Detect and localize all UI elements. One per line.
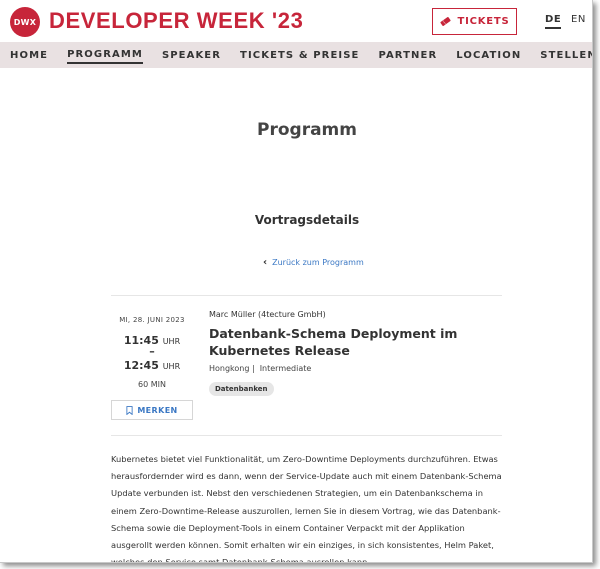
main-navigation: HOME PROGRAMM SPEAKER TICKETS & PREISE P…	[0, 42, 592, 68]
talk-room: Hongkong |	[209, 364, 255, 373]
browser-page: DWX DEVELOPER WEEK '23 TICKETS DE EN HOM…	[0, 0, 593, 563]
nav-item-home[interactable]: HOME	[10, 48, 48, 63]
page-title: Programm	[257, 120, 357, 140]
talk-duration: 60 MIN	[138, 380, 166, 389]
bookmark-button[interactable]: MERKEN	[111, 400, 193, 420]
talk-date: MI, 28. JUNI 2023	[119, 316, 185, 324]
end-time-value: 12:45	[123, 359, 159, 372]
talk-title: Datenbank-Schema Deployment im Kubernete…	[209, 326, 458, 358]
topic-tag[interactable]: Datenbanken	[209, 382, 274, 396]
talk-meta: Hongkong | Intermediate	[209, 364, 311, 373]
language-de[interactable]: DE	[545, 14, 562, 29]
bookmark-label: MERKEN	[137, 405, 178, 415]
nav-item-tickets-preise[interactable]: TICKETS & PREISE	[240, 48, 359, 63]
tickets-button[interactable]: TICKETS	[432, 8, 517, 35]
dwx-logo[interactable]: DWX	[10, 7, 40, 37]
divider-bottom	[111, 435, 502, 436]
time-separator: –	[149, 345, 155, 358]
language-en[interactable]: EN	[571, 14, 586, 25]
end-time-unit: UHR	[162, 362, 181, 371]
speaker-name[interactable]: Marc Müller (4tecture GmbH)	[209, 310, 326, 319]
nav-item-programm[interactable]: PROGRAMM	[67, 47, 143, 64]
nav-item-stellenmarkt[interactable]: STELLENMARKT	[540, 48, 592, 63]
nav-item-location[interactable]: LOCATION	[456, 48, 521, 63]
tickets-button-label: TICKETS	[457, 16, 510, 27]
divider-top	[111, 295, 502, 296]
chevron-left-icon: ‹	[263, 257, 268, 268]
nav-item-partner[interactable]: PARTNER	[378, 48, 437, 63]
talk-level: Intermediate	[259, 364, 312, 373]
start-time-unit: UHR	[162, 337, 181, 346]
ticket-icon	[440, 17, 452, 26]
brand-title[interactable]: DEVELOPER WEEK '23	[49, 8, 303, 34]
talk-description: Kubernetes bietet viel Funktionalität, u…	[111, 454, 502, 563]
talk-schedule: MI, 28. JUNI 2023 11:45 UHR – 12:45 UHR …	[111, 316, 193, 389]
section-title: Vortragsdetails	[254, 213, 360, 227]
end-time: 12:45 UHR	[111, 359, 193, 372]
nav-item-speaker[interactable]: SPEAKER	[162, 48, 221, 63]
back-link-label: Zurück zum Programm	[272, 258, 364, 267]
back-to-program-link[interactable]: ‹ Zurück zum Programm	[263, 257, 364, 268]
site-header: DWX DEVELOPER WEEK '23 TICKETS DE EN	[0, 0, 592, 42]
bookmark-icon	[126, 405, 133, 415]
